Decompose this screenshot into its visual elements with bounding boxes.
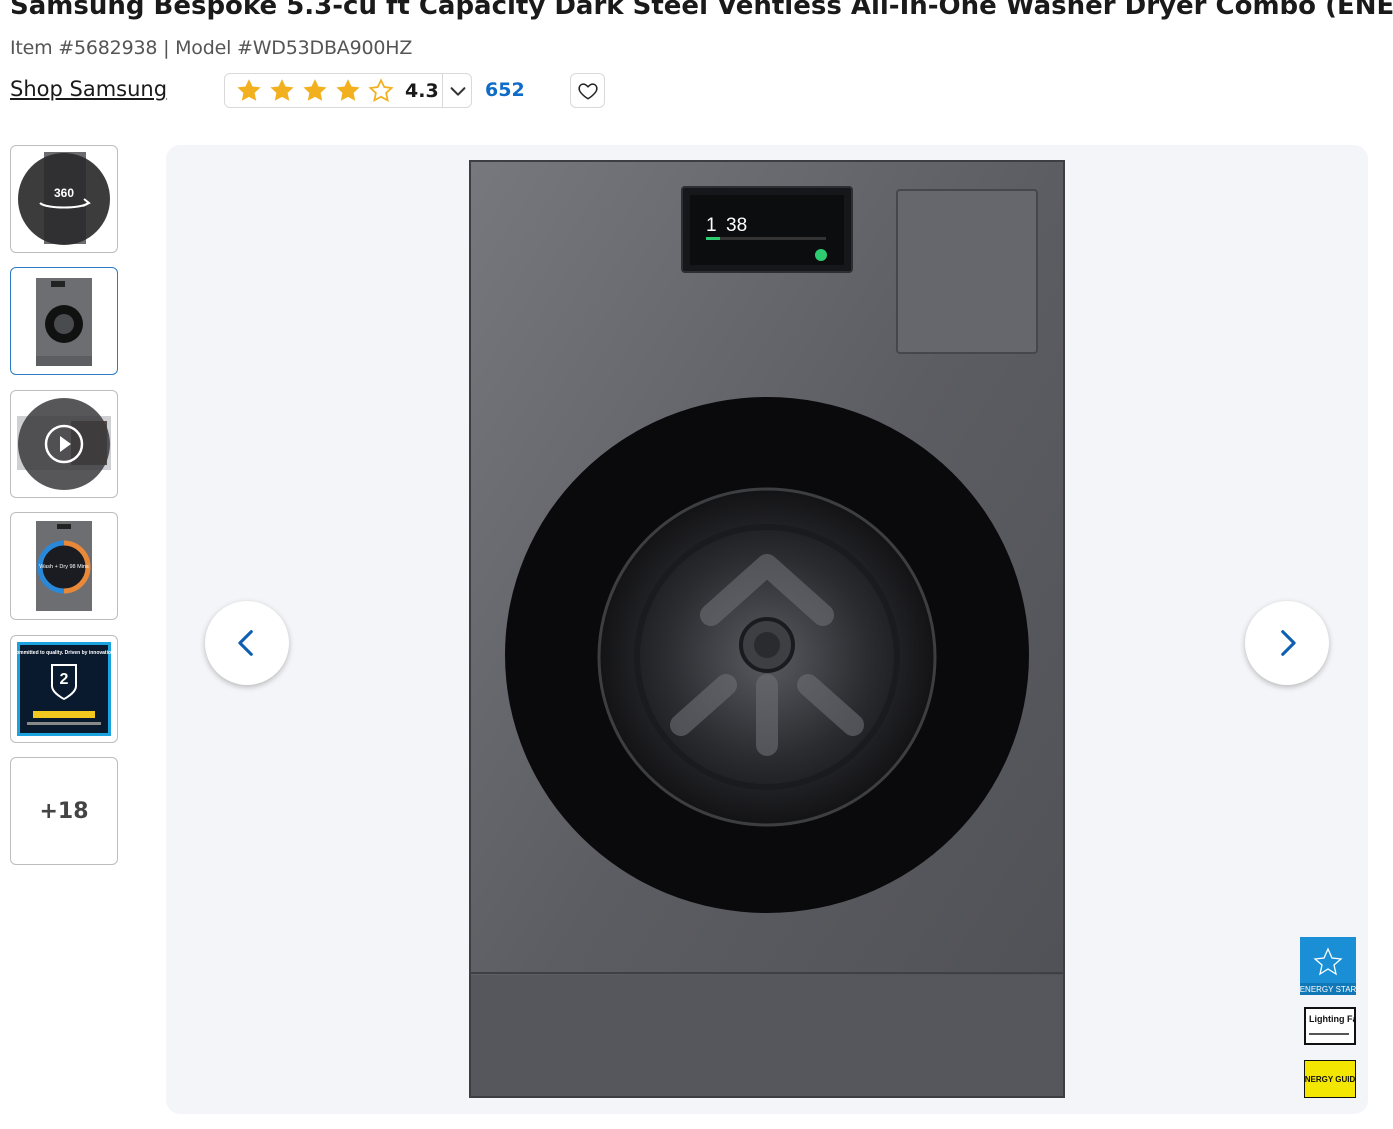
product-image-viewer: 1 38 ENERGY STAR Lighting Facts — [166, 145, 1368, 1114]
energy-guide-badge[interactable]: ENERGY GUIDE — [1299, 1059, 1361, 1103]
star-rating: 4.3 — [225, 77, 439, 105]
chevron-left-icon — [238, 630, 253, 656]
thumbnail-warranty-label: Committed to quality. Driven by innovati… — [13, 650, 117, 656]
display-main: 1 — [706, 215, 717, 236]
rating-value: 4.3 — [405, 79, 439, 102]
star-outline-icon — [368, 77, 394, 102]
thumbnail-warranty-badge: 2 — [60, 671, 69, 688]
more-images-button[interactable]: +18 — [10, 757, 118, 865]
previous-image-button[interactable] — [205, 601, 289, 685]
item-model-info: Item #5682938 | Model #WD53DBA900HZ — [10, 37, 413, 59]
thumbnail-warranty[interactable]: Committed to quality. Driven by innovati… — [10, 635, 118, 743]
product-title: Samsung Bespoke 5.3-cu ft Capacity Dark … — [10, 0, 1393, 21]
thumbnail-360-view[interactable]: 360 — [10, 145, 118, 253]
lighting-facts-badge[interactable]: Lighting Facts — [1304, 1007, 1368, 1050]
star-filled-icon — [336, 78, 360, 101]
rating-divider — [442, 74, 443, 107]
chevron-down-icon[interactable] — [447, 80, 469, 102]
washer-dryer-image: 1 38 — [469, 160, 1065, 1098]
thumbnail-front-view[interactable] — [10, 267, 118, 375]
heart-icon — [577, 82, 598, 100]
lighting-facts-label: Lighting Facts — [1309, 1014, 1356, 1024]
energy-star-label: ENERGY STAR — [1300, 985, 1356, 994]
favorite-button[interactable] — [570, 73, 605, 108]
star-filled-icon — [303, 78, 327, 101]
rating-widget[interactable]: 4.3 — [224, 73, 472, 108]
review-count-link[interactable]: 652 — [485, 79, 525, 101]
shop-brand-link[interactable]: Shop Samsung — [10, 77, 167, 101]
chevron-right-icon — [1281, 630, 1296, 656]
thumbnail-wash-dry[interactable]: Wash + Dry 98 Mins — [10, 512, 118, 620]
display-time: 38 — [726, 215, 747, 236]
thumbnail-video[interactable] — [10, 390, 118, 498]
energy-star-badge[interactable]: ENERGY STAR — [1300, 937, 1357, 1000]
next-image-button[interactable] — [1245, 601, 1329, 685]
star-filled-icon — [237, 78, 261, 101]
thumbnail-360-label: 360 — [54, 186, 74, 200]
thumbnail-wash-dry-label: Wash + Dry 98 Mins — [39, 564, 89, 570]
star-filled-icon — [270, 78, 294, 101]
energy-guide-label: ENERGY GUIDE — [1304, 1075, 1356, 1084]
